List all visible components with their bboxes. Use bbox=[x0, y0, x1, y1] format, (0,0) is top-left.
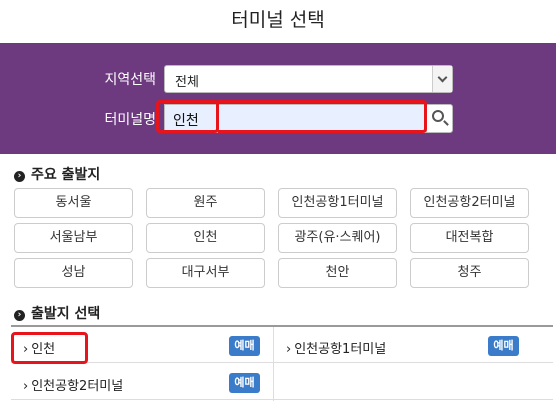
region-label: 지역선택 bbox=[104, 72, 156, 88]
major-departures-heading-text: 주요 출발지 bbox=[31, 167, 101, 183]
departure-select-heading-text: 출발지 선택 bbox=[31, 306, 101, 322]
major-departures-heading: › 주요 출발지 bbox=[14, 164, 100, 184]
chevron-right-icon: › bbox=[23, 342, 29, 357]
major-departure-chip[interactable]: 인천 bbox=[146, 223, 265, 253]
chevron-right-icon: › bbox=[23, 379, 29, 394]
departure-row-label: 인천 bbox=[31, 342, 56, 357]
major-departure-chip[interactable]: 청주 bbox=[410, 258, 529, 288]
chevron-right-circle-icon: › bbox=[14, 310, 25, 321]
major-departure-chip[interactable]: 천안 bbox=[278, 258, 397, 288]
major-departure-chip[interactable]: 대전복합 bbox=[410, 223, 529, 253]
page-title: 터미널 선택 bbox=[231, 9, 325, 31]
departure-results: › 인천 예매 › 인천공항1터미널 예매 › 인천공항2터미널 예매 bbox=[11, 325, 553, 401]
major-departure-chip[interactable]: 대구서부 bbox=[146, 258, 265, 288]
chevron-right-circle-icon: › bbox=[14, 171, 25, 182]
major-departure-chip[interactable]: 서울남부 bbox=[14, 223, 133, 253]
major-departure-chip[interactable]: 동서울 bbox=[14, 188, 133, 218]
terminal-search-input[interactable]: 인천 bbox=[164, 104, 426, 133]
departure-select-heading: › 출발지 선택 bbox=[14, 303, 100, 323]
book-button[interactable]: 예매 bbox=[229, 373, 260, 393]
terminal-search-value: 인천 bbox=[173, 113, 199, 129]
departure-row-name: › 인천공항1터미널 bbox=[286, 338, 386, 357]
major-departure-chip[interactable]: 성남 bbox=[14, 258, 133, 288]
column-divider bbox=[273, 327, 274, 401]
chevron-down-icon bbox=[437, 72, 448, 83]
departure-row[interactable]: › 인천공항2터미널 예매 bbox=[11, 364, 273, 400]
departure-row-empty bbox=[274, 364, 553, 400]
major-departure-chip[interactable]: 광주(유·스퀘어) bbox=[278, 223, 397, 253]
major-departure-chip[interactable]: 인천공항1터미널 bbox=[278, 188, 397, 218]
search-icon-handle bbox=[443, 120, 449, 126]
search-button[interactable] bbox=[426, 104, 453, 133]
region-select[interactable]: 전체 bbox=[164, 65, 453, 93]
departure-row-name: › 인천 bbox=[23, 338, 55, 357]
search-panel: 지역선택 전체 터미널명 인천 bbox=[0, 43, 556, 154]
region-select-value: 전체 bbox=[175, 75, 199, 90]
terminal-label: 터미널명 bbox=[104, 112, 156, 128]
departure-row-label: 인천공항1터미널 bbox=[294, 342, 387, 357]
dropdown-button[interactable] bbox=[432, 66, 452, 92]
departure-row[interactable]: › 인천공항1터미널 예매 bbox=[274, 327, 553, 363]
major-departure-chip[interactable]: 인천공항2터미널 bbox=[410, 188, 529, 218]
departure-row-label: 인천공항2터미널 bbox=[31, 379, 124, 394]
book-button[interactable]: 예매 bbox=[229, 336, 260, 356]
search-icon bbox=[432, 110, 444, 122]
book-button[interactable]: 예매 bbox=[488, 336, 519, 356]
major-departure-chip[interactable]: 원주 bbox=[146, 188, 265, 218]
departure-row-name: › 인천공항2터미널 bbox=[23, 375, 123, 394]
departure-row[interactable]: › 인천 예매 bbox=[11, 327, 273, 363]
chevron-right-icon: › bbox=[286, 342, 292, 357]
